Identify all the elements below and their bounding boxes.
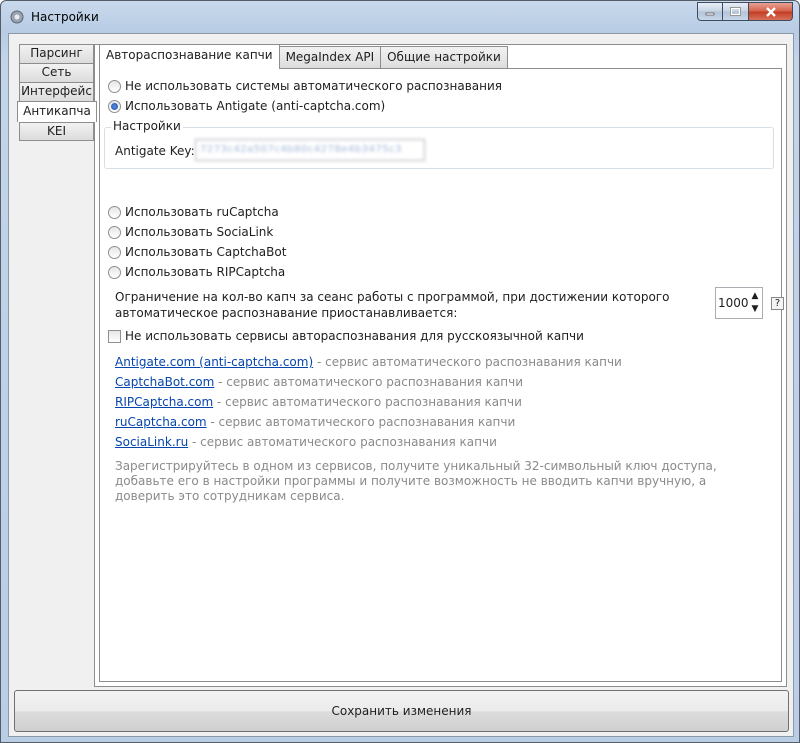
service-link[interactable]: CaptchaBot.com <box>115 375 214 389</box>
chevron-up-icon[interactable]: ▲ <box>750 290 760 302</box>
service-row: Antigate.com (anti-captcha.com) - сервис… <box>115 355 622 369</box>
service-link[interactable]: ruCaptcha.com <box>115 415 207 429</box>
service-desc: - сервис автоматического распознавания к… <box>213 395 522 409</box>
antigate-key-input[interactable]: 7273c42a507c4b80c4278e4b3475c3 <box>195 139 425 161</box>
radio-rucaptcha[interactable]: Использовать ruCaptcha <box>108 204 279 220</box>
side-tab-kei[interactable]: KEI <box>19 122 94 141</box>
maximize-button[interactable] <box>723 2 749 21</box>
top-tabs: Автораспознавание капчи MegaIndex API Об… <box>99 44 508 69</box>
window-title: Настройки <box>31 10 99 24</box>
tab-page: Не использовать системы автоматического … <box>99 68 784 682</box>
minimize-button[interactable] <box>697 2 723 21</box>
caption-buttons <box>697 2 793 21</box>
service-desc: - сервис автоматического распознавания к… <box>206 415 516 429</box>
limit-stepper[interactable]: 1000 ▲ ▼ <box>715 287 763 319</box>
radio-antigate[interactable]: Использовать Antigate (anti-captcha.com) <box>108 98 385 114</box>
chevron-down-icon[interactable]: ▼ <box>750 303 760 315</box>
checkbox[interactable] <box>108 329 121 343</box>
service-desc: - сервис автоматического распознавания к… <box>188 435 497 449</box>
register-hint: Зарегистрируйтесь в одном из сервисов, п… <box>115 459 717 503</box>
radio-button[interactable] <box>108 205 121 219</box>
settings-window: Настройки Парсинг Сеть Интерфейс Антикап… <box>0 0 800 743</box>
maximize-icon <box>730 7 741 16</box>
radio-button-selected[interactable] <box>108 99 121 113</box>
radio-label: Использовать SociaLink <box>125 225 274 239</box>
group-title: Настройки <box>111 119 183 133</box>
side-tab-anticaptcha[interactable]: Антикапча <box>17 101 97 122</box>
service-link[interactable]: Antigate.com (anti-captcha.com) <box>115 355 313 369</box>
radio-ripcaptcha[interactable]: Использовать RIPCaptcha <box>108 264 285 280</box>
title-bar[interactable]: Настройки <box>1 1 799 33</box>
radio-button[interactable] <box>108 79 121 93</box>
tab-megaindex-api[interactable]: MegaIndex API <box>278 46 382 68</box>
limit-description: Ограничение на кол-во капч за сеанс рабо… <box>115 290 670 320</box>
radio-captchabot[interactable]: Использовать CaptchaBot <box>108 244 286 260</box>
radio-socialink[interactable]: Использовать SociaLink <box>108 224 273 240</box>
radio-button[interactable] <box>108 245 121 259</box>
client-area: Парсинг Сеть Интерфейс Антикапча KEI Авт… <box>8 33 794 737</box>
service-row: CaptchaBot.com - сервис автоматического … <box>115 375 523 389</box>
radio-button[interactable] <box>108 225 121 239</box>
tab-auto-recognition[interactable]: Автораспознавание капчи <box>99 44 280 69</box>
checkbox-russian-captcha[interactable]: Не использовать сервисы автораспознавани… <box>108 328 584 344</box>
service-row: ruCaptcha.com - сервис автоматического р… <box>115 415 515 429</box>
close-button[interactable] <box>749 2 793 21</box>
checkbox-label: Не использовать сервисы автораспознавани… <box>125 329 584 343</box>
help-button[interactable]: ? <box>771 297 784 310</box>
close-icon <box>765 6 776 17</box>
service-desc: - сервис автоматического распознавания к… <box>313 355 622 369</box>
radio-no-auto[interactable]: Не использовать системы автоматического … <box>108 78 502 94</box>
radio-label: Использовать ruCaptcha <box>125 205 279 219</box>
service-desc: - сервис автоматического распознавания к… <box>214 375 524 389</box>
limit-value: 1000 <box>718 296 749 310</box>
radio-label: Не использовать системы автоматического … <box>125 79 502 93</box>
radio-button[interactable] <box>108 265 121 279</box>
antigate-key-label: Antigate Key: <box>115 144 195 158</box>
radio-label: Использовать Antigate (anti-captcha.com) <box>125 99 386 113</box>
gear-icon <box>9 9 25 25</box>
save-button[interactable]: Сохранить изменения <box>14 690 789 732</box>
settings-group: Настройки Antigate Key: 7273c42a507c4b80… <box>104 119 774 169</box>
service-row: SociaLink.ru - сервис автоматического ра… <box>115 435 497 449</box>
minimize-icon <box>705 12 715 15</box>
side-tabs: Парсинг Сеть Интерфейс Антикапча KEI <box>17 44 97 141</box>
tab-general-settings[interactable]: Общие настройки <box>380 46 508 68</box>
radio-label: Использовать RIPCaptcha <box>125 265 286 279</box>
side-tab-parsing[interactable]: Парсинг <box>19 44 94 63</box>
service-link[interactable]: RIPCaptcha.com <box>115 395 213 409</box>
radio-label: Использовать CaptchaBot <box>125 245 287 259</box>
service-row: RIPCaptcha.com - сервис автоматического … <box>115 395 522 409</box>
side-tab-interface[interactable]: Интерфейс <box>19 82 94 101</box>
service-link[interactable]: SociaLink.ru <box>115 435 188 449</box>
side-tab-network[interactable]: Сеть <box>19 63 94 82</box>
